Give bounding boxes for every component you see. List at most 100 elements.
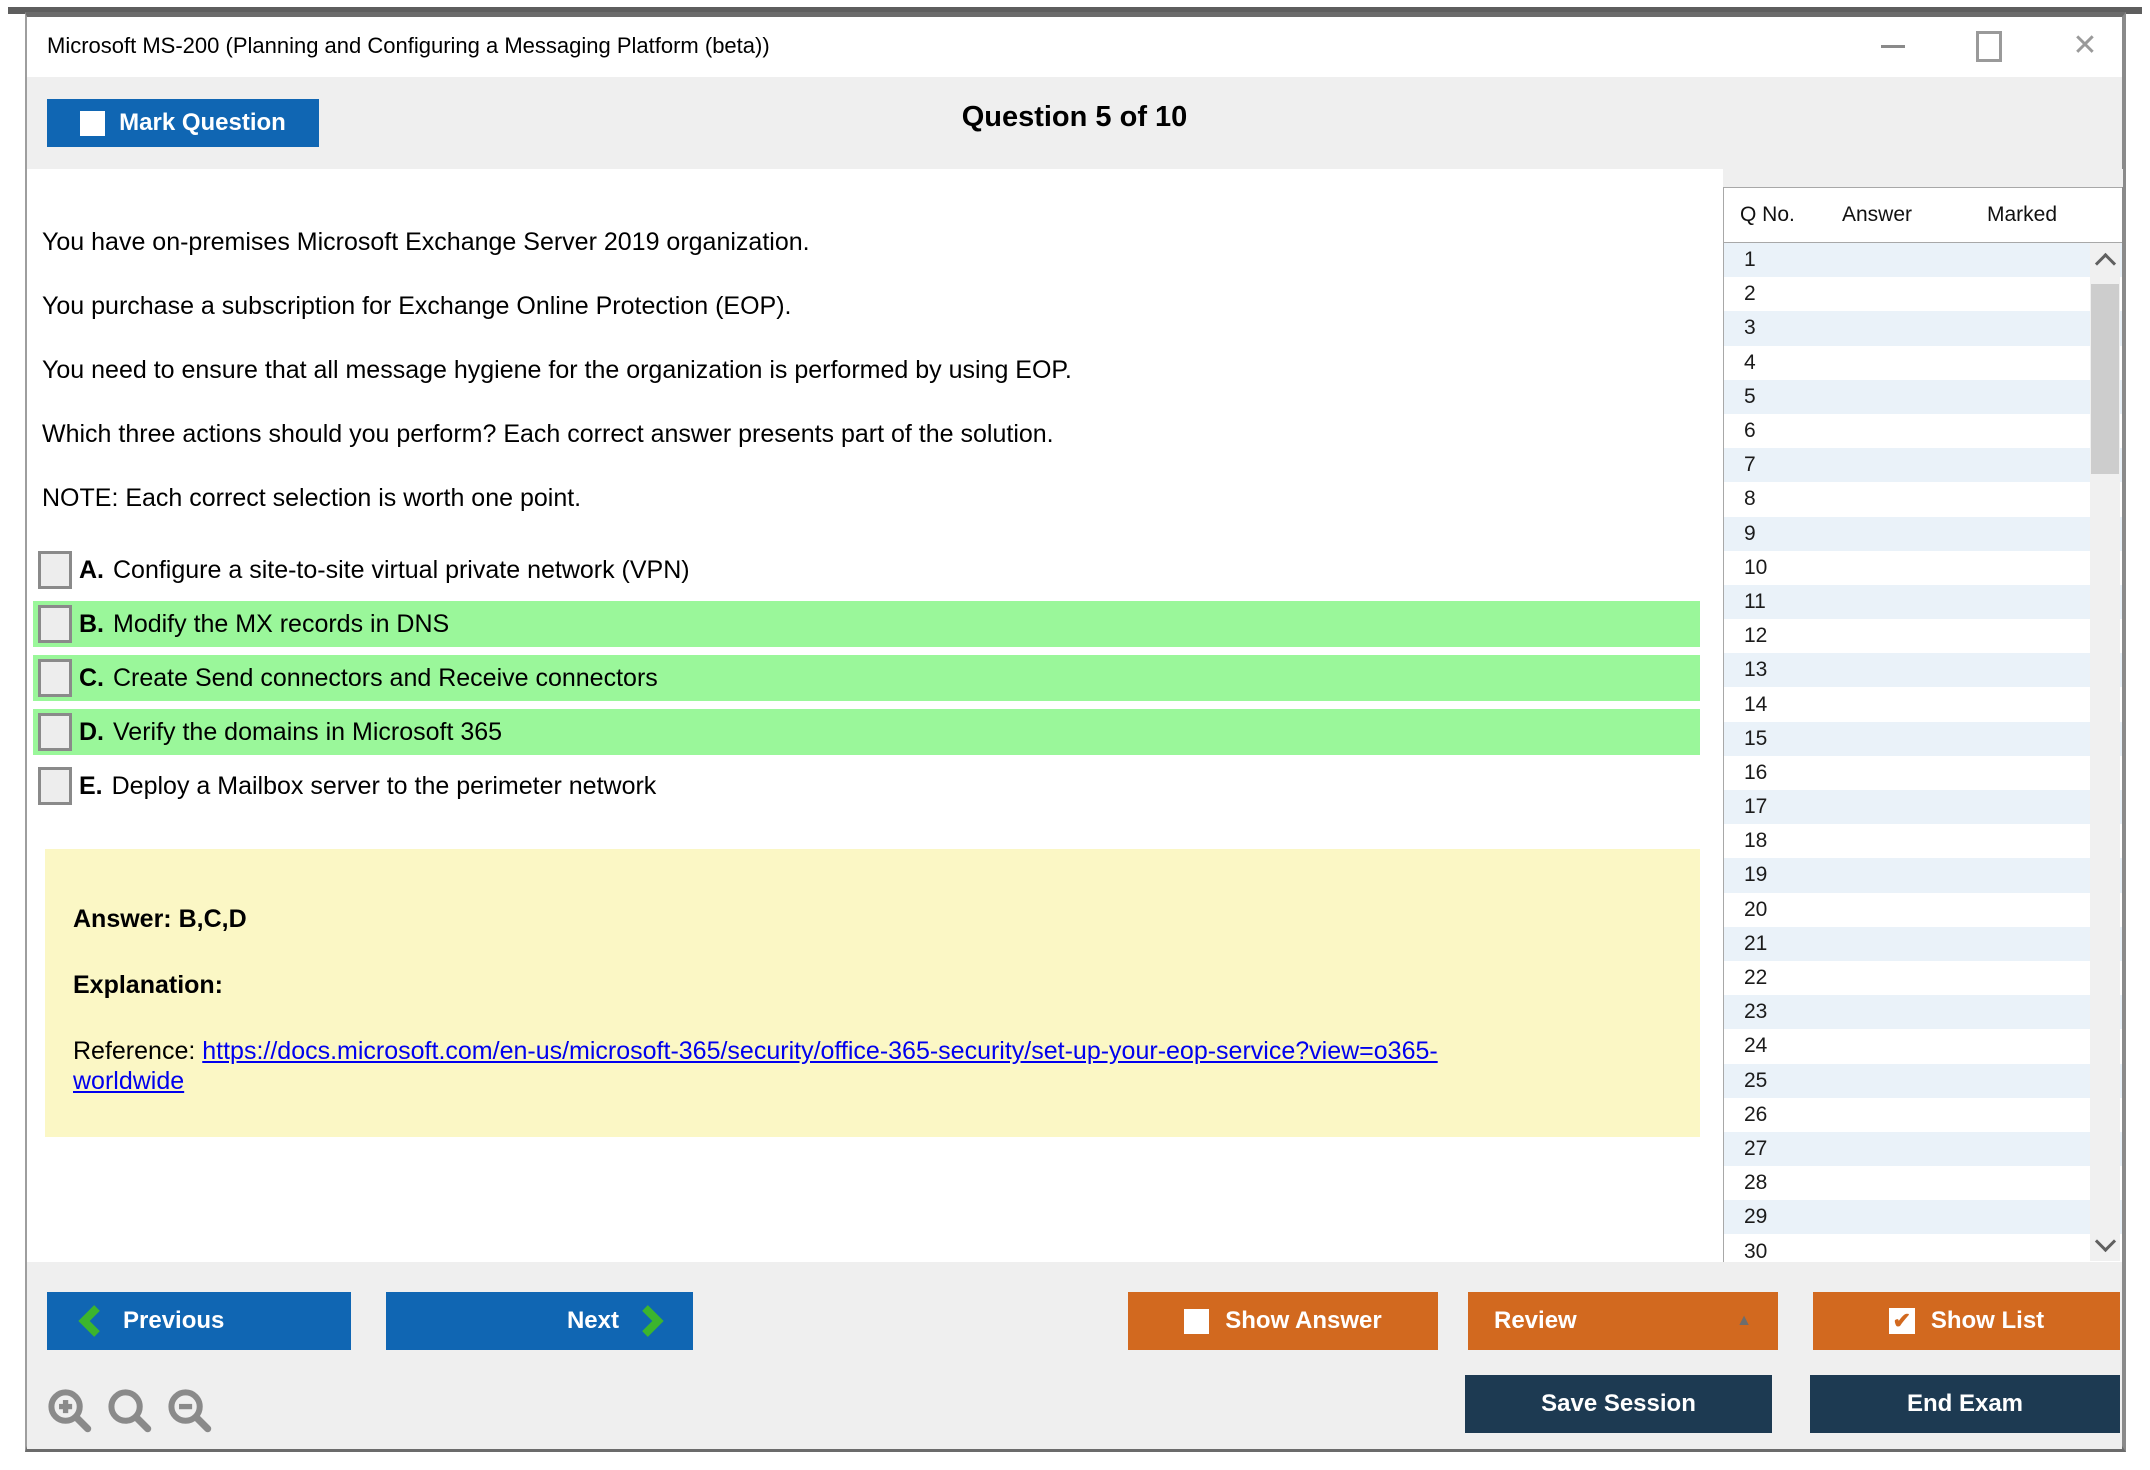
chevron-right-icon xyxy=(641,1304,665,1338)
question-row[interactable]: 11 xyxy=(1724,585,2122,619)
cell-qno: 10 xyxy=(1744,556,1846,580)
cell-qno: 8 xyxy=(1744,487,1846,511)
question-row[interactable]: 12 xyxy=(1724,619,2122,653)
option-checkbox[interactable] xyxy=(38,713,72,751)
question-row[interactable]: 17 xyxy=(1724,790,2122,824)
question-row[interactable]: 9 xyxy=(1724,517,2122,551)
minimize-icon xyxy=(1881,45,1905,48)
question-list-panel: Q No. Answer Marked 1 xyxy=(1723,187,2122,1262)
answer-option[interactable]: D. Verify the domains in Microsoft 365 xyxy=(33,709,1700,755)
question-row[interactable]: 22 xyxy=(1724,961,2122,995)
option-text: Modify the MX records in DNS xyxy=(113,610,449,639)
check-icon: ✔ xyxy=(1893,1308,1911,1334)
show-answer-checkbox[interactable] xyxy=(1184,1309,1209,1334)
question-row[interactable]: 10 xyxy=(1724,551,2122,585)
question-row[interactable]: 1 xyxy=(1724,243,2122,277)
next-label: Next xyxy=(567,1307,619,1335)
maximize-icon xyxy=(1976,31,2002,62)
question-row[interactable]: 26 xyxy=(1724,1098,2122,1132)
answer-option[interactable]: B. Modify the MX records in DNS xyxy=(33,601,1700,647)
cell-qno: 13 xyxy=(1744,658,1846,682)
question-row[interactable]: 2 xyxy=(1724,277,2122,311)
show-list-button[interactable]: ✔ Show List xyxy=(1813,1292,2120,1350)
previous-button[interactable]: Previous xyxy=(47,1292,351,1350)
question-row[interactable]: 25 xyxy=(1724,1064,2122,1098)
chevron-up-icon xyxy=(2094,252,2115,273)
question-row[interactable]: 20 xyxy=(1724,893,2122,927)
close-button[interactable]: ✕ xyxy=(2064,25,2106,67)
question-row[interactable]: 24 xyxy=(1724,1029,2122,1063)
show-answer-button[interactable]: Show Answer xyxy=(1128,1292,1438,1350)
scroll-up-button[interactable] xyxy=(2090,243,2120,277)
minimize-button[interactable] xyxy=(1872,25,1914,67)
end-exam-label: End Exam xyxy=(1907,1390,2023,1418)
question-row[interactable]: 7 xyxy=(1724,448,2122,482)
save-session-button[interactable]: Save Session xyxy=(1465,1375,1772,1433)
question-row[interactable]: 27 xyxy=(1724,1132,2122,1166)
scroll-down-button[interactable] xyxy=(2090,1227,2120,1261)
zoom-out-icon[interactable] xyxy=(167,1388,213,1434)
zoom-reset-icon[interactable] xyxy=(107,1388,153,1434)
question-row[interactable]: 8 xyxy=(1724,482,2122,516)
question-row[interactable]: 19 xyxy=(1724,858,2122,892)
cell-qno: 25 xyxy=(1744,1069,1846,1093)
question-row[interactable]: 3 xyxy=(1724,311,2122,345)
cell-qno: 20 xyxy=(1744,898,1846,922)
next-button[interactable]: Next xyxy=(386,1292,693,1350)
option-letter: E. xyxy=(79,772,103,801)
end-exam-button[interactable]: End Exam xyxy=(1810,1375,2120,1433)
option-text: Deploy a Mailbox server to the perimeter… xyxy=(112,772,657,801)
answer-text: Answer: B,C,D xyxy=(73,904,1672,934)
review-button[interactable]: Review ▲ xyxy=(1468,1292,1778,1350)
maximize-button[interactable] xyxy=(1968,25,2010,67)
question-paragraph: You purchase a subscription for Exchange… xyxy=(42,291,1717,321)
option-checkbox[interactable] xyxy=(38,551,72,589)
option-checkbox[interactable] xyxy=(38,605,72,643)
question-row[interactable]: 5 xyxy=(1724,380,2122,414)
question-row[interactable]: 23 xyxy=(1724,995,2122,1029)
question-list: 1 2 3 xyxy=(1724,243,2122,1262)
answer-option[interactable]: A. Configure a site-to-site virtual priv… xyxy=(33,547,1700,593)
window-controls: ✕ xyxy=(1872,25,2106,67)
option-checkbox[interactable] xyxy=(38,767,72,805)
cell-qno: 3 xyxy=(1744,316,1846,340)
question-row[interactable]: 13 xyxy=(1724,653,2122,687)
cell-qno: 27 xyxy=(1744,1137,1846,1161)
cell-qno: 11 xyxy=(1744,590,1846,614)
column-header-marked: Marked xyxy=(1987,203,2122,227)
option-letter: D. xyxy=(79,718,104,747)
answer-option[interactable]: E. Deploy a Mailbox server to the perime… xyxy=(33,763,1700,809)
question-row[interactable]: 29 xyxy=(1724,1200,2122,1234)
question-row[interactable]: 16 xyxy=(1724,756,2122,790)
question-row[interactable]: 28 xyxy=(1724,1166,2122,1200)
cell-qno: 28 xyxy=(1744,1171,1846,1195)
option-letter: A. xyxy=(79,556,104,585)
question-row[interactable]: 4 xyxy=(1724,346,2122,380)
question-row[interactable]: 30 xyxy=(1724,1234,2122,1262)
cell-qno: 2 xyxy=(1744,282,1846,306)
question-row[interactable]: 6 xyxy=(1724,414,2122,448)
zoom-in-icon[interactable] xyxy=(47,1388,93,1434)
question-row[interactable]: 15 xyxy=(1724,722,2122,756)
scrollbar[interactable] xyxy=(2090,243,2120,1261)
question-row[interactable]: 21 xyxy=(1724,927,2122,961)
cell-qno: 14 xyxy=(1744,693,1846,717)
answer-option[interactable]: C. Create Send connectors and Receive co… xyxy=(33,655,1700,701)
cell-qno: 29 xyxy=(1744,1205,1846,1229)
show-list-checkbox[interactable]: ✔ xyxy=(1889,1308,1915,1334)
main-area: You have on-premises Microsoft Exchange … xyxy=(27,169,2122,1262)
question-row[interactable]: 14 xyxy=(1724,687,2122,721)
option-text: Verify the domains in Microsoft 365 xyxy=(113,718,502,747)
cell-qno: 12 xyxy=(1744,624,1846,648)
zoom-controls xyxy=(47,1388,213,1434)
reference-link[interactable]: https://docs.microsoft.com/en-us/microso… xyxy=(73,1037,1672,1096)
question-paragraph: You need to ensure that all message hygi… xyxy=(42,355,1717,385)
scrollbar-thumb[interactable] xyxy=(2091,284,2119,474)
cell-qno: 1 xyxy=(1744,248,1846,272)
footer-toolbar: Previous Next Show Answer Review ▲ ✔ Sho… xyxy=(27,1262,2122,1449)
column-header-answer: Answer xyxy=(1842,203,1987,227)
option-checkbox[interactable] xyxy=(38,659,72,697)
cell-qno: 4 xyxy=(1744,351,1846,375)
cell-qno: 22 xyxy=(1744,966,1846,990)
question-row[interactable]: 18 xyxy=(1724,824,2122,858)
